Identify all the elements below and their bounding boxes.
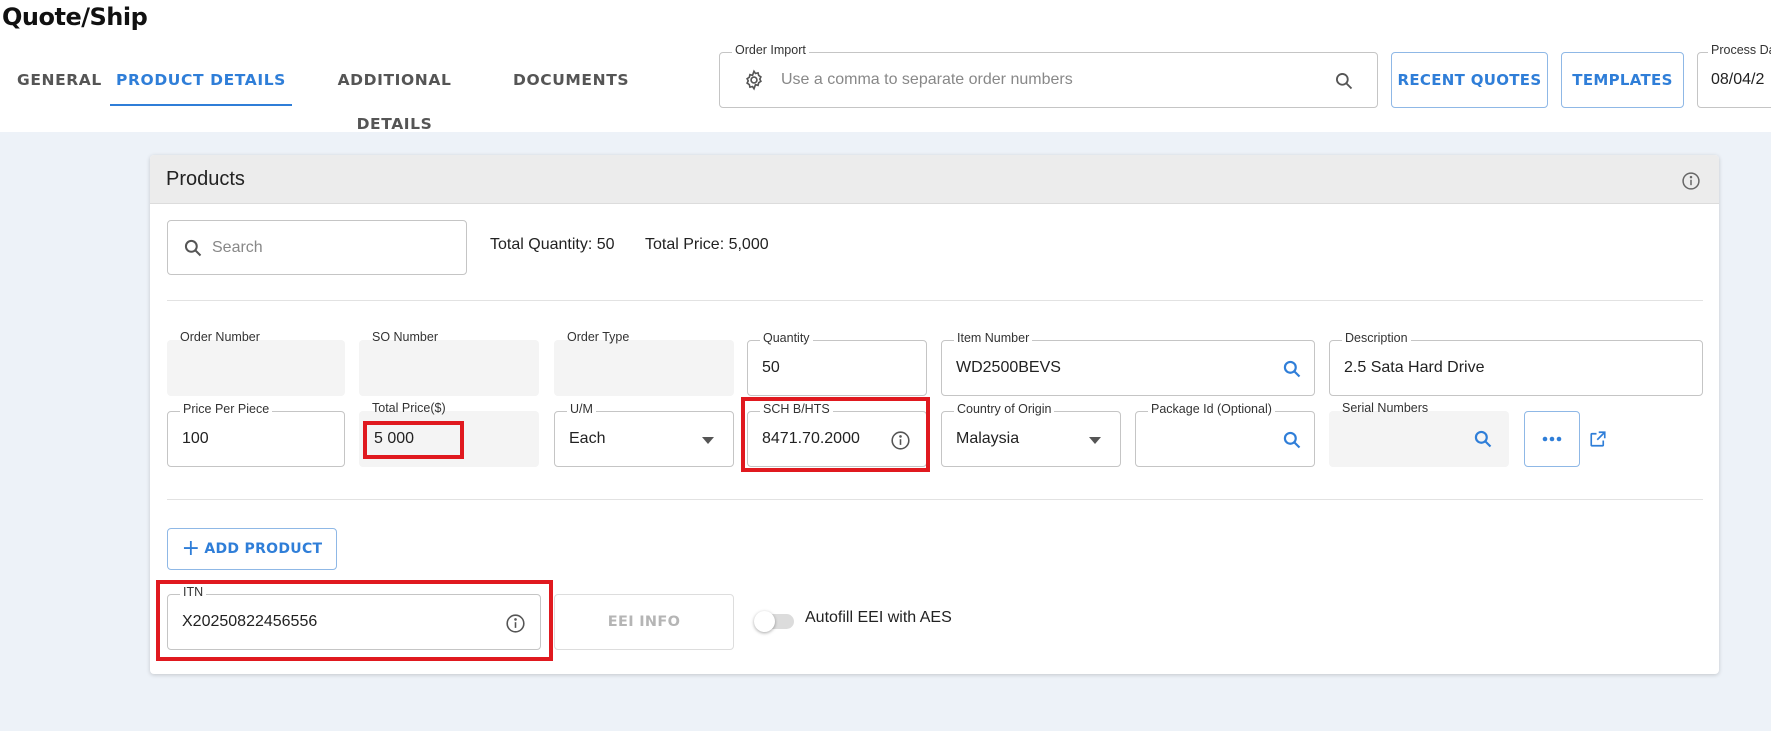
search-icon [182,237,204,259]
price-per-piece-value: 100 [182,430,209,447]
app-title: Quote/Ship [2,3,148,31]
process-date-field[interactable]: Process Da 08/04/2 [1697,43,1771,108]
package-id-label: Package Id (Optional) [1148,402,1275,416]
add-product-button[interactable]: + ADD PRODUCT [167,528,337,570]
top-bar: Quote/Ship GENERAL PRODUCT DETAILS ADDIT… [0,0,1771,133]
total-price-field[interactable]: Total Price($) 5 000 [359,401,539,467]
tab-documents[interactable]: DOCUMENTS [513,58,629,106]
so-number-label: SO Number [372,330,438,344]
itn-value: X20250822456556 [182,613,318,630]
order-number-field[interactable]: Order Number [167,330,345,396]
more-horiz-icon [1542,436,1562,442]
product-search-input[interactable]: Search [167,220,467,275]
quantity-field[interactable]: Quantity 50 [747,331,927,396]
process-date-value: 08/04/2 [1711,71,1765,88]
autofill-eei-label: Autofill EEI with AES [805,609,952,626]
gear-icon[interactable] [742,68,766,92]
divider [167,499,1703,500]
info-icon[interactable] [1680,170,1702,192]
products-card-header: Products [150,155,1719,204]
serial-numbers-label: Serial Numbers [1342,401,1429,415]
country-of-origin-select[interactable]: Country of Origin Malaysia [941,402,1121,467]
plus-icon: + [181,536,201,561]
item-number-field[interactable]: Item Number WD2500BEVS [941,331,1315,396]
chevron-down-icon[interactable] [701,435,715,445]
description-value: 2.5 Sata Hard Drive [1344,359,1485,376]
quantity-value: 50 [762,359,780,376]
search-icon[interactable] [1332,69,1356,93]
um-select[interactable]: U/M Each [554,402,734,467]
templates-button[interactable]: TEMPLATES [1561,52,1684,108]
itn-field[interactable]: ITN X20250822456556 [167,585,541,650]
description-field[interactable]: Description 2.5 Sata Hard Drive [1329,331,1703,396]
price-per-piece-field[interactable]: Price Per Piece 100 [167,402,345,467]
divider [167,300,1703,301]
sch-hts-field[interactable]: SCH B/HTS 8471.70.2000 [747,402,927,467]
so-number-field[interactable]: SO Number [359,330,539,396]
search-icon[interactable] [1281,429,1303,451]
tab-product-details[interactable]: PRODUCT DETAILS [110,58,292,106]
package-id-field[interactable]: Package Id (Optional) [1135,402,1315,467]
order-type-field[interactable]: Order Type [554,330,734,396]
info-icon[interactable] [889,429,911,451]
sch-hts-value: 8471.70.2000 [762,430,860,447]
chevron-down-icon[interactable] [1088,435,1102,445]
open-in-new-icon[interactable] [1587,428,1609,450]
serial-numbers-field[interactable]: Serial Numbers [1329,401,1509,467]
tab-additional-details[interactable]: ADDITIONAL DETAILS [307,58,482,133]
recent-quotes-button[interactable]: RECENT QUOTES [1391,52,1548,108]
tab-general[interactable]: GENERAL [17,58,101,106]
order-import-placeholder[interactable]: Use a comma to separate order numbers [781,53,1073,107]
total-quantity: Total Quantity: 50 [490,236,615,253]
more-options-button[interactable] [1524,411,1580,467]
info-icon[interactable] [504,612,526,634]
order-number-label: Order Number [180,330,260,344]
product-search-placeholder: Search [212,238,263,256]
eei-info-button[interactable]: EEI INFO [554,594,734,650]
add-product-label: ADD PRODUCT [204,541,323,557]
products-title: Products [166,168,245,190]
um-value: Each [569,430,606,447]
order-type-label: Order Type [567,330,630,344]
toggle-knob [754,611,775,632]
search-icon[interactable] [1472,428,1494,450]
order-import-field[interactable]: Order Import Use a comma to separate ord… [719,43,1378,108]
item-number-value: WD2500BEVS [956,359,1061,376]
country-of-origin-value: Malaysia [956,430,1020,447]
total-price-summary: Total Price: 5,000 [645,236,769,253]
search-icon[interactable] [1281,358,1303,380]
autofill-eei-toggle[interactable] [754,611,794,632]
total-price-value: 5 000 [374,430,415,447]
